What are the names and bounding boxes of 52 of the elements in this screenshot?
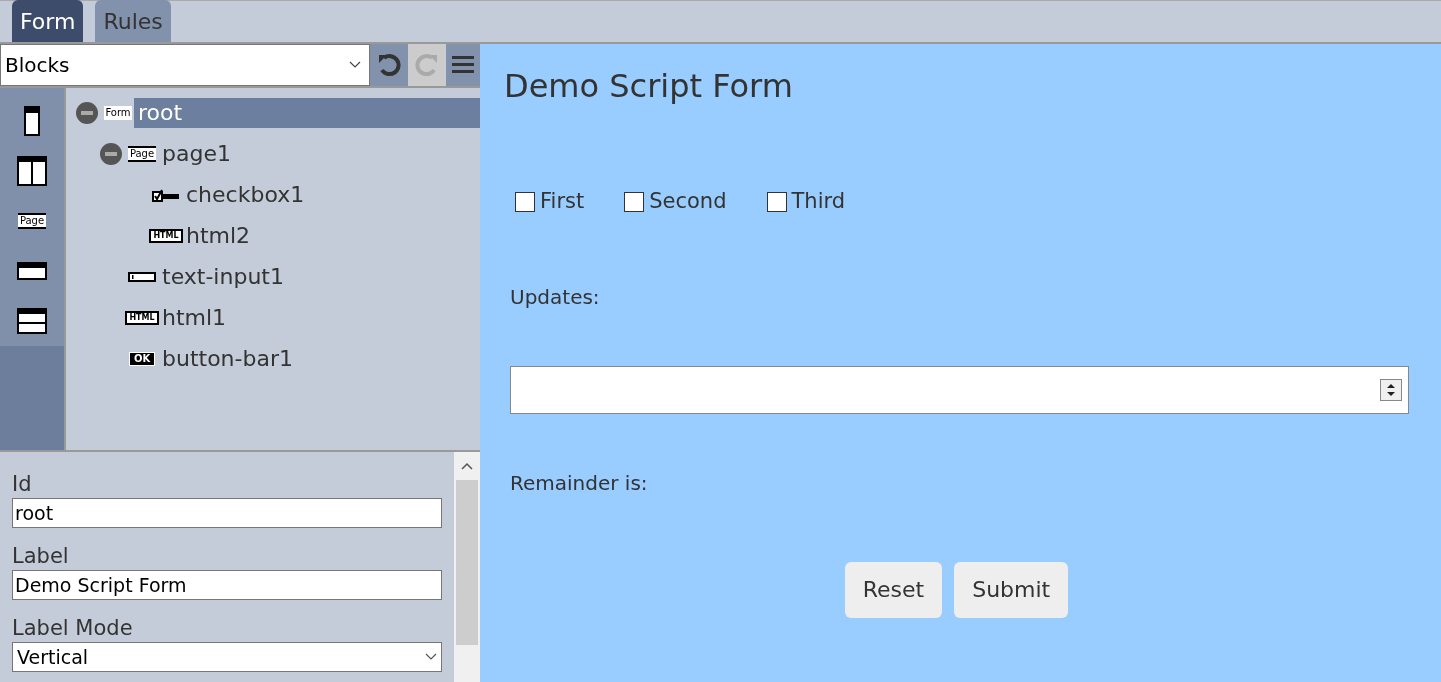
split-icon[interactable] <box>17 308 47 334</box>
ok-icon: OK <box>128 351 156 366</box>
tree-item[interactable]: button-bar1 <box>158 343 480 374</box>
blocks-select[interactable]: Blocks <box>0 44 370 86</box>
chevron-down-icon <box>349 61 361 69</box>
checkbox[interactable] <box>624 191 645 212</box>
menu-icon <box>452 55 474 75</box>
tree-item[interactable]: html1 <box>158 302 480 333</box>
checkbox-label: First <box>540 188 585 215</box>
tab[interactable]: Form <box>12 0 84 42</box>
html-icon: HTML <box>125 310 159 325</box>
checkbox-icon <box>152 187 180 202</box>
tree-item[interactable]: html2 <box>182 220 480 251</box>
collapse-icon[interactable] <box>75 100 99 125</box>
field-label: Remainder is: <box>509 469 649 497</box>
page-icon[interactable]: Page <box>17 213 47 229</box>
redo-icon <box>414 52 440 78</box>
field-label: Label <box>12 543 70 570</box>
form-button[interactable]: Submit <box>954 561 1069 618</box>
chevron-down-icon <box>425 653 437 661</box>
scrollbar[interactable] <box>454 452 480 682</box>
panel-icon[interactable] <box>24 106 40 136</box>
text-field[interactable]: root <box>12 498 442 528</box>
text-input-icon <box>128 271 156 282</box>
html-icon: HTML <box>149 228 183 243</box>
page-icon: Page <box>127 145 157 162</box>
checkbox-label: Second <box>649 188 727 215</box>
select-field[interactable]: Vertical <box>12 642 442 672</box>
checkbox[interactable] <box>766 191 787 212</box>
form-title: Demo Script Form <box>504 66 794 106</box>
menu-button[interactable] <box>446 44 480 86</box>
text-field[interactable]: Demo Script Form <box>12 570 442 600</box>
columns-icon[interactable] <box>17 156 47 186</box>
form-icon: Form <box>104 105 132 120</box>
tab[interactable]: Rules <box>95 0 171 42</box>
tree-item[interactable]: page1 <box>158 138 480 169</box>
field-label: Label Mode <box>12 615 134 642</box>
spinner-icon[interactable] <box>1380 378 1402 401</box>
field-label: Updates: <box>509 283 601 311</box>
bar-icon[interactable] <box>17 262 47 280</box>
chevron-up-icon[interactable] <box>461 462 473 470</box>
undo-icon <box>376 52 402 78</box>
checkbox[interactable] <box>515 191 535 212</box>
tree-item[interactable]: text-input1 <box>158 261 480 292</box>
collapse-icon[interactable] <box>99 141 123 166</box>
checkbox-label: Third <box>791 188 846 215</box>
form-button[interactable]: Reset <box>844 561 943 618</box>
tree-item[interactable]: root <box>134 97 480 128</box>
undo-button[interactable] <box>370 44 408 86</box>
number-field[interactable] <box>510 365 1409 414</box>
field-label: Id <box>12 471 33 498</box>
tree-item[interactable]: checkbox1 <box>182 179 480 210</box>
